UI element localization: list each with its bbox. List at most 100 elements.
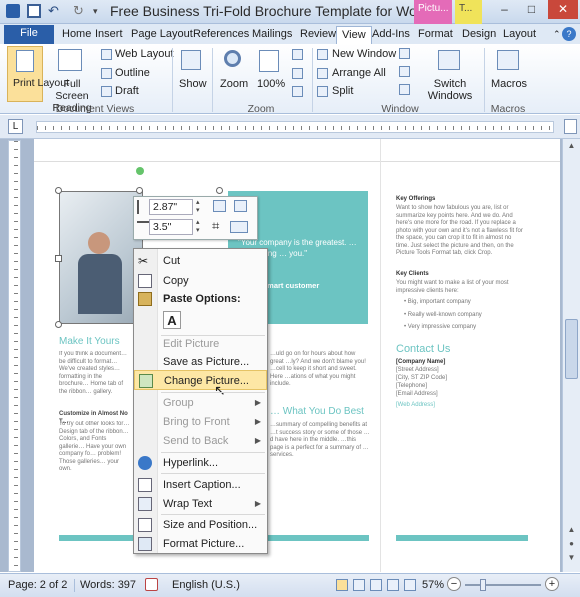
context-menu: ✂ Cut Copy Paste Options: A Edit Picture… bbox=[133, 248, 268, 554]
menu-item-copy[interactable]: Copy bbox=[134, 271, 267, 291]
table-tools-context-tab[interactable]: T... bbox=[455, 0, 482, 24]
zoom-in-icon[interactable]: + bbox=[545, 577, 559, 591]
resize-handle-top[interactable] bbox=[136, 187, 143, 194]
macros-button[interactable]: Macros bbox=[489, 46, 527, 102]
full-screen-view-icon[interactable] bbox=[353, 579, 365, 591]
tab-design[interactable]: Design bbox=[457, 26, 501, 44]
full-screen-reading-button[interactable]: Full Screen Reading bbox=[45, 46, 95, 114]
zoom-button[interactable]: Zoom bbox=[217, 46, 249, 102]
proofing-icon[interactable] bbox=[145, 578, 158, 591]
print-layout-button[interactable]: Print Layout bbox=[7, 46, 69, 102]
document-page[interactable]: "Your company is the greatest. … … … liv… bbox=[34, 139, 560, 572]
horizontal-ruler[interactable]: L bbox=[0, 115, 580, 139]
menu-item-hyperlink[interactable]: Hyperlink... bbox=[134, 453, 267, 473]
customize-qat-icon[interactable]: ▾ bbox=[93, 4, 107, 18]
tab-selector-icon[interactable]: L bbox=[8, 119, 23, 134]
next-page-icon[interactable]: ▼ bbox=[565, 553, 578, 566]
shape-height-input[interactable]: 2.87" bbox=[149, 199, 193, 215]
tab-format[interactable]: Format bbox=[413, 26, 458, 44]
menu-item-format-picture[interactable]: Format Picture... bbox=[134, 534, 267, 554]
language-indicator[interactable]: English (U.S.) bbox=[172, 579, 240, 591]
tab-layout[interactable]: Layout bbox=[498, 26, 541, 44]
scroll-up-icon[interactable]: ▲ bbox=[565, 141, 578, 154]
menu-item-insert-caption[interactable]: Insert Caption... bbox=[134, 475, 267, 495]
paste-keep-text-only-button[interactable]: A bbox=[163, 311, 181, 329]
tab-add-ins[interactable]: Add-Ins bbox=[367, 26, 415, 44]
one-page-icon[interactable] bbox=[292, 49, 303, 60]
menu-item-save-as-picture[interactable]: Save as Picture... bbox=[134, 352, 267, 372]
outline-button[interactable]: Outline bbox=[115, 67, 150, 79]
new-window-button[interactable]: New Window bbox=[332, 48, 396, 60]
zoom-100-label: 100% bbox=[257, 78, 286, 90]
outline-icon bbox=[101, 68, 112, 79]
tab-file[interactable]: File bbox=[4, 25, 54, 44]
new-window-icon bbox=[317, 49, 328, 60]
draft-view-icon[interactable] bbox=[404, 579, 416, 591]
help-icon[interactable]: ? bbox=[562, 27, 576, 41]
draft-button[interactable]: Draft bbox=[115, 85, 139, 97]
view-side-by-side-icon[interactable] bbox=[399, 48, 410, 59]
web-layout-button[interactable]: Web Layout bbox=[115, 48, 174, 60]
hyperlink-icon bbox=[138, 456, 152, 470]
undo-icon[interactable]: ↶ bbox=[48, 4, 62, 18]
close-button[interactable]: ✕ bbox=[548, 0, 578, 19]
zoom-out-icon[interactable]: − bbox=[447, 577, 461, 591]
tab-mailings[interactable]: Mailings bbox=[247, 26, 297, 44]
synchronous-scrolling-icon[interactable] bbox=[399, 66, 410, 77]
vertical-scrollbar[interactable]: ▲ ▲ ● ▼ bbox=[562, 139, 580, 572]
minimize-button[interactable]: – bbox=[491, 0, 518, 19]
split-button[interactable]: Split bbox=[332, 85, 353, 97]
zoom-100-button[interactable]: 100% bbox=[254, 46, 286, 102]
outline-view-icon[interactable] bbox=[387, 579, 399, 591]
height-spinner-icon[interactable]: ▴ ▾ bbox=[196, 199, 200, 215]
web-layout-view-icon[interactable] bbox=[370, 579, 382, 591]
tab-review[interactable]: Review bbox=[295, 26, 341, 44]
crop-icon[interactable]: ⌗ bbox=[212, 219, 219, 233]
menu-item-bring-to-front: Bring to Front ▶ bbox=[163, 416, 261, 428]
page-count[interactable]: Page: 2 of 2 bbox=[8, 579, 67, 591]
resize-handle-top-left[interactable] bbox=[55, 187, 62, 194]
maximize-button[interactable]: □ bbox=[518, 0, 545, 19]
size-position-icon bbox=[138, 518, 152, 532]
picture-tools-context-tab[interactable]: Pictu... bbox=[414, 0, 452, 24]
previous-page-icon[interactable]: ▲ bbox=[565, 525, 578, 538]
view-ruler-icon[interactable] bbox=[564, 119, 577, 134]
tab-insert[interactable]: Insert bbox=[90, 26, 128, 44]
menu-item-change-picture[interactable]: Change Picture... bbox=[134, 370, 267, 390]
wrap-text-mini-icon[interactable] bbox=[230, 221, 248, 233]
resize-handle-top-right[interactable] bbox=[216, 187, 223, 194]
two-pages-icon[interactable] bbox=[292, 68, 303, 79]
zoom-level[interactable]: 57% bbox=[422, 579, 444, 591]
tab-references[interactable]: References bbox=[188, 26, 254, 44]
show-button[interactable]: Show bbox=[176, 46, 207, 102]
resize-handle-left[interactable] bbox=[55, 255, 62, 262]
menu-item-size-and-position[interactable]: Size and Position... bbox=[134, 515, 267, 535]
zoom-slider-thumb[interactable] bbox=[480, 579, 486, 591]
print-layout-view-icon[interactable] bbox=[336, 579, 348, 591]
reset-window-position-icon[interactable] bbox=[399, 84, 410, 95]
zoom-slider[interactable] bbox=[465, 584, 541, 586]
rotate-handle[interactable] bbox=[136, 167, 144, 175]
selected-picture[interactable] bbox=[59, 191, 143, 324]
save-icon[interactable] bbox=[27, 4, 41, 18]
send-backward-icon[interactable] bbox=[234, 200, 247, 212]
person-head bbox=[88, 232, 110, 254]
vertical-ruler[interactable] bbox=[8, 140, 21, 572]
redo-icon[interactable]: ↻ bbox=[73, 4, 87, 18]
switch-windows-button[interactable]: Switch Windows bbox=[421, 46, 479, 102]
wrap-text-icon bbox=[138, 497, 152, 511]
customize-body-text: To try out other looks for… Design tab o… bbox=[59, 421, 130, 471]
arrange-all-button[interactable]: Arrange All bbox=[332, 67, 386, 79]
word-app-icon[interactable] bbox=[6, 4, 20, 18]
resize-handle-bottom-left[interactable] bbox=[55, 321, 62, 328]
width-spinner-icon[interactable]: ▴ ▾ bbox=[196, 219, 200, 235]
bring-forward-icon[interactable] bbox=[213, 200, 226, 212]
scroll-thumb[interactable] bbox=[565, 319, 578, 379]
page-width-icon[interactable] bbox=[292, 86, 303, 97]
word-count[interactable]: Words: 397 bbox=[80, 579, 136, 591]
tab-page-layout[interactable]: Page Layout bbox=[126, 26, 198, 44]
shape-width-input[interactable]: 3.5" bbox=[149, 219, 193, 235]
menu-item-cut[interactable]: ✂ Cut bbox=[134, 251, 267, 271]
menu-item-wrap-text[interactable]: Wrap Text ▶ bbox=[134, 494, 267, 514]
select-browse-object-icon[interactable]: ● bbox=[565, 539, 578, 552]
